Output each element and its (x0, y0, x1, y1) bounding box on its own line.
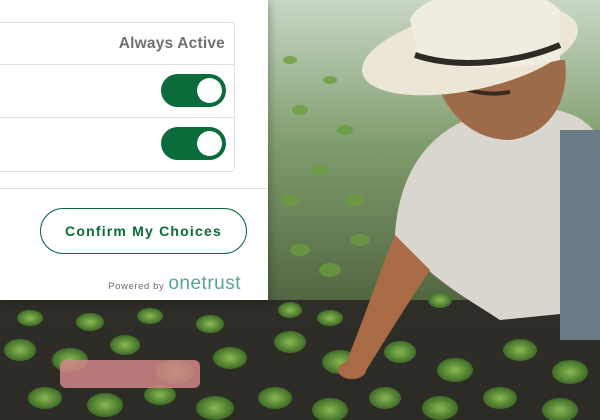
preference-center-panel: Always Active Confirm My Choices Powered… (0, 0, 268, 300)
powered-by-footer: Powered by onetrust (108, 273, 241, 295)
cookie-category-row-3 (0, 118, 234, 171)
toggle-knob (197, 78, 222, 103)
cookie-category-list: Always Active (0, 22, 235, 172)
always-active-label: Always Active (118, 35, 225, 52)
toggle-knob (197, 131, 222, 156)
onetrust-logo[interactable]: onetrust (168, 273, 241, 295)
cookie-category-row-necessary: Always Active (0, 23, 234, 65)
category-3-toggle[interactable] (161, 127, 226, 160)
confirm-my-choices-button[interactable]: Confirm My Choices (40, 208, 247, 254)
cookie-category-row-2 (0, 65, 234, 118)
category-2-toggle[interactable] (161, 74, 226, 107)
powered-by-label: Powered by (108, 281, 165, 292)
footer-divider (0, 188, 268, 189)
